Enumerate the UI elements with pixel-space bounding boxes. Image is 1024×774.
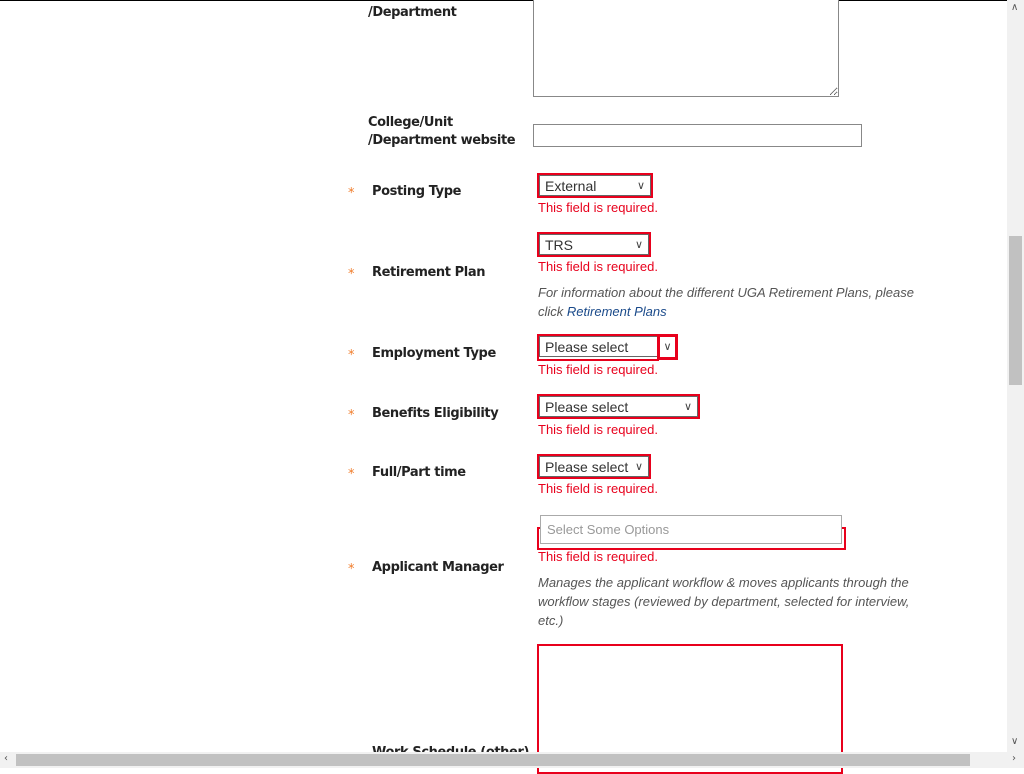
website-label: College/Unit/Department website bbox=[368, 114, 516, 150]
applicant-manager-error: This field is required. bbox=[538, 549, 658, 564]
applicant-manager-label: Applicant Manager bbox=[372, 560, 504, 575]
full-part-error: This field is required. bbox=[538, 481, 658, 496]
scroll-right-icon[interactable]: › bbox=[1012, 753, 1016, 764]
posting-type-value: External bbox=[545, 178, 597, 194]
department-textarea[interactable] bbox=[533, 0, 839, 97]
employment-type-value: Please select bbox=[545, 339, 629, 355]
retirement-plan-help: For information about the different UGA … bbox=[538, 283, 938, 321]
website-input[interactable] bbox=[533, 124, 862, 147]
employment-type-label: Employment Type bbox=[372, 346, 496, 361]
top-border bbox=[0, 0, 1007, 1]
required-star: * bbox=[348, 408, 355, 423]
applicant-manager-multiselect[interactable]: Select Some Options bbox=[540, 515, 842, 544]
applicant-manager-placeholder: Select Some Options bbox=[547, 522, 670, 537]
website-label-line1: College/Unit bbox=[368, 115, 453, 130]
vertical-scrollbar[interactable]: ∧ ∨ bbox=[1007, 0, 1024, 752]
posting-type-label: Posting Type bbox=[372, 184, 462, 199]
chevron-down-icon: ∨ bbox=[636, 180, 645, 192]
benefits-value: Please select bbox=[545, 399, 629, 415]
full-part-time-label: Full/Part time bbox=[372, 465, 466, 480]
horizontal-scrollbar[interactable]: ‹ › bbox=[0, 752, 1024, 768]
department-label: /Department bbox=[368, 5, 457, 20]
retirement-plans-link[interactable]: Retirement Plans bbox=[567, 304, 667, 319]
scroll-down-icon[interactable]: ∨ bbox=[1011, 736, 1018, 747]
required-star: * bbox=[348, 267, 355, 282]
required-star: * bbox=[348, 348, 355, 363]
full-part-value: Please select bbox=[545, 459, 629, 475]
retirement-plan-select[interactable]: TRS ∨ bbox=[537, 232, 651, 257]
chevron-down-icon: ∨ bbox=[683, 401, 692, 413]
vertical-scroll-thumb[interactable] bbox=[1009, 236, 1022, 385]
horizontal-scroll-thumb[interactable] bbox=[16, 754, 970, 766]
scroll-left-icon[interactable]: ‹ bbox=[4, 753, 8, 764]
benefits-eligibility-label: Benefits Eligibility bbox=[372, 406, 499, 421]
retirement-plan-value: TRS bbox=[545, 237, 573, 253]
required-star: * bbox=[348, 186, 355, 201]
benefits-eligibility-select[interactable]: Please select ∨ bbox=[537, 394, 700, 419]
required-star: * bbox=[348, 562, 355, 577]
posting-type-error: This field is required. bbox=[538, 200, 658, 215]
chevron-down-icon[interactable]: ∨ bbox=[657, 334, 678, 360]
required-star: * bbox=[348, 467, 355, 482]
applicant-manager-help: Manages the applicant workflow & moves a… bbox=[538, 575, 910, 628]
scroll-up-icon[interactable]: ∧ bbox=[1011, 2, 1018, 13]
chevron-down-icon: ∨ bbox=[634, 239, 643, 251]
website-label-line2: /Department website bbox=[368, 133, 516, 148]
employment-type-error: This field is required. bbox=[538, 362, 658, 377]
employment-type-select[interactable]: Please select bbox=[537, 334, 659, 361]
full-part-time-select[interactable]: Please select ∨ bbox=[537, 454, 651, 479]
posting-type-select[interactable]: External ∨ bbox=[537, 173, 653, 198]
chevron-down-icon: ∨ bbox=[634, 461, 643, 473]
retirement-plan-error: This field is required. bbox=[538, 259, 658, 274]
retirement-plan-label: Retirement Plan bbox=[372, 265, 486, 280]
benefits-error: This field is required. bbox=[538, 422, 658, 437]
